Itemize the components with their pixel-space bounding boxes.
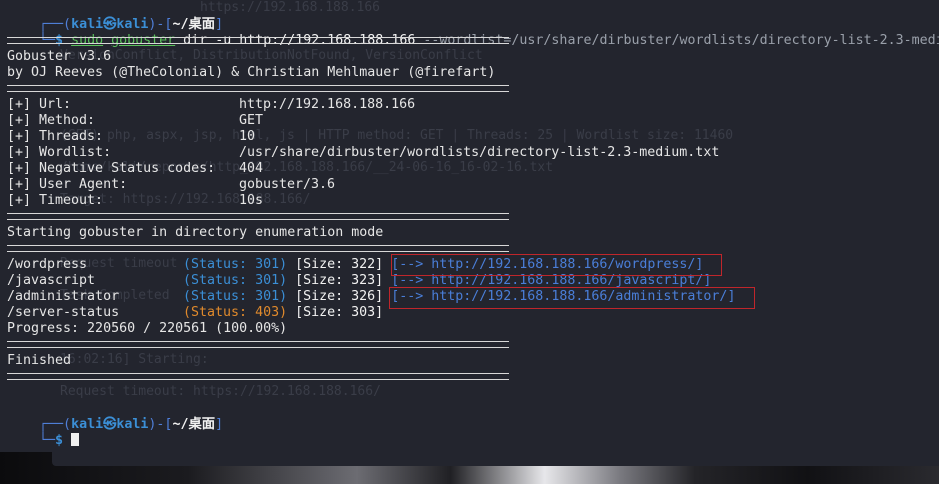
config-key: [+] Negative Status codes: (7, 161, 216, 176)
config-value: 404 (239, 161, 264, 176)
finished-message: Finished (7, 353, 72, 368)
config-key: [+] User Agent: (7, 177, 128, 192)
progress-line: Progress: 220560 / 220561 (100.00%) (7, 321, 288, 336)
result-path: /server-status (7, 305, 120, 320)
highlight-box (391, 254, 722, 276)
ghost-text: Request timeout: https://192.168.188.166… (60, 384, 381, 399)
config-value: GET (239, 113, 264, 128)
ghost-text: VersionConflict, DistributionNotFound, V… (60, 48, 483, 63)
prompt-line: ┌──(kali㉿kali)-[~/桌面] (39, 17, 224, 32)
starting-message: Starting gobuster in directory enumerati… (7, 225, 384, 240)
config-value: /usr/share/dirbuster/wordlists/directory… (239, 145, 720, 160)
ghost-text: 16:02:16] Starting: (60, 352, 209, 367)
prompt-dir: ~/桌面 (172, 417, 216, 432)
result-path: /javascript (7, 273, 96, 288)
prompt-dollar: $ (55, 433, 64, 448)
separator-rule (7, 373, 509, 380)
config-row: [+] Wordlist: (7, 145, 111, 161)
config-row: [+] Threads: (7, 129, 103, 145)
banner-authors: by OJ Reeves (@TheColonial) & Christian … (7, 65, 496, 80)
config-value: 10 (239, 129, 256, 144)
prompt-skull-icon: ㉿ (103, 417, 117, 432)
command-input-line[interactable]: └─$ (7, 417, 80, 448)
config-key: [+] Threads: (7, 129, 104, 144)
separator-rule (7, 37, 509, 44)
config-row: [+] Timeout: (7, 193, 103, 209)
banner-version: Gobuster v3.6 (7, 49, 112, 64)
config-row: [+] Negative Status codes: (7, 161, 215, 177)
result-path: /administrator (7, 289, 120, 304)
config-key: [+] Method: (7, 113, 96, 128)
config-row: [+] User Agent: (7, 177, 127, 193)
separator-rule (7, 85, 509, 92)
text-cursor (71, 433, 80, 446)
config-row: [+] Method: (7, 113, 95, 129)
separator-rule (7, 245, 509, 252)
background-window[interactable] (52, 448, 939, 466)
highlight-box (389, 287, 755, 309)
terminal-window[interactable]: https://192.168.188.166 VersionConflict,… (0, 0, 939, 452)
prompt-host: kali (116, 417, 149, 432)
ghost-text: https://192.168.188.166 (200, 0, 381, 15)
config-key: [+] Wordlist: (7, 145, 112, 160)
prompt-line: ┌──(kali㉿kali)-[~/桌面] (39, 417, 224, 432)
command-line[interactable]: └─$ sudo gobuster dir -u http://192.168.… (7, 17, 939, 48)
separator-rule (7, 213, 509, 220)
ghost-text: (GET) php, aspx, jsp, html, js | HTTP me… (60, 128, 734, 143)
config-row: [+] Url: (7, 97, 71, 113)
config-value: 10s (239, 193, 264, 208)
config-value: gobuster/3.6 (239, 177, 336, 192)
config-key: [+] Url: (7, 97, 72, 112)
result-status: (Status: 403) [Size: 303] (183, 305, 384, 320)
separator-rule (7, 341, 509, 348)
result-path: /wordpress (7, 257, 88, 272)
config-value: http://192.168.188.166 (239, 97, 416, 112)
config-key: [+] Timeout: (7, 193, 104, 208)
